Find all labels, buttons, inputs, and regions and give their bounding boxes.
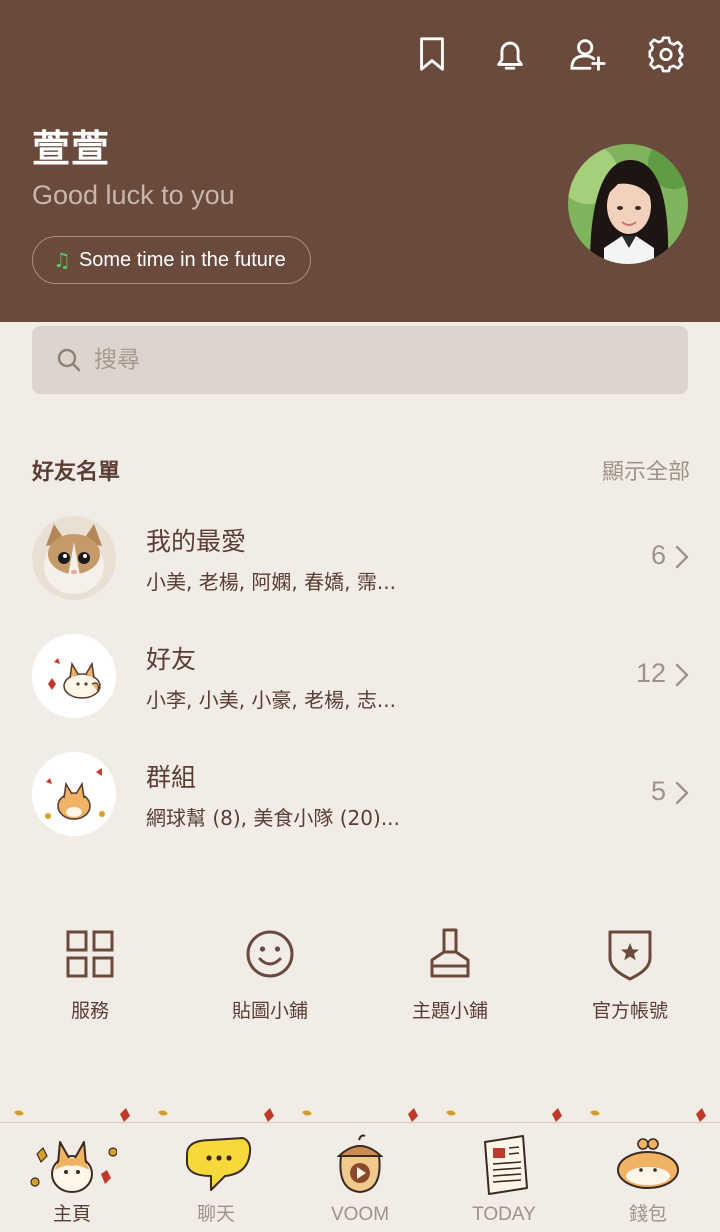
profile-name[interactable]: 萱萱	[32, 118, 110, 173]
group-count: 12	[635, 658, 666, 688]
group-count: 6	[650, 540, 666, 570]
nav-today-label: TODAY	[472, 1204, 536, 1225]
newspaper-icon	[484, 1135, 528, 1195]
grid-icon	[66, 930, 114, 978]
corgi-home-icon	[30, 1141, 117, 1193]
chevron-right-icon	[675, 545, 689, 569]
nav-voom[interactable]: VOOM	[288, 1130, 432, 1232]
services-label: 服務	[70, 1000, 109, 1022]
chevron-right-icon	[675, 663, 689, 687]
shield-star-icon	[608, 930, 652, 981]
header-actions	[412, 32, 686, 76]
friend-group-favorites[interactable]: 我的最愛 小美, 老楊, 阿嫻, 春嬌, 霈... 6	[0, 516, 720, 626]
show-all-link[interactable]: 顯示全部	[602, 454, 690, 486]
group-members: 網球幫 (8), 美食小隊 (20)...	[146, 806, 400, 830]
bottom-nav: 主頁 聊天 VOOM TODAY 錢包	[0, 1100, 720, 1232]
friends-avatar	[32, 634, 116, 718]
music-title: Some time in the future	[78, 248, 286, 271]
nav-today[interactable]: TODAY	[432, 1130, 576, 1232]
nav-divider	[0, 1122, 720, 1123]
chevron-right-icon	[675, 781, 689, 805]
search-icon	[57, 348, 81, 372]
services-button[interactable]: 服務	[0, 926, 180, 1023]
avatar[interactable]	[568, 144, 688, 264]
search-input[interactable]	[94, 347, 594, 373]
sticker-shop-label: 貼圖小鋪	[231, 1000, 308, 1022]
profile-header: 萱萱 Good luck to you ♫ Some time in the f…	[0, 0, 720, 322]
group-count: 5	[650, 776, 666, 806]
theme-shop-button[interactable]: 主題小鋪	[360, 926, 540, 1023]
group-title: 群組	[146, 763, 197, 792]
nav-home[interactable]: 主頁	[0, 1130, 144, 1232]
bookmark-icon[interactable]	[412, 32, 452, 76]
nav-home-label: 主頁	[52, 1204, 91, 1225]
theme-shop-label: 主題小鋪	[411, 1000, 488, 1022]
search-bar[interactable]	[32, 326, 688, 394]
bell-icon[interactable]	[490, 32, 530, 76]
friend-group-friends[interactable]: 好友 小李, 小美, 小豪, 老楊, 志... 12	[0, 634, 720, 744]
nav-voom-label: VOOM	[330, 1204, 390, 1225]
group-title: 好友	[146, 645, 197, 674]
smiley-icon	[246, 930, 294, 978]
friend-list-title: 好友名單	[32, 460, 121, 485]
friend-group-groups[interactable]: 群組 網球幫 (8), 美食小隊 (20)... 5	[0, 752, 720, 862]
official-accounts-label: 官方帳號	[591, 1000, 668, 1022]
add-friend-icon[interactable]	[568, 32, 608, 76]
status-message[interactable]: Good luck to you	[32, 180, 235, 211]
nav-chat[interactable]: 聊天	[144, 1130, 288, 1232]
chat-bubble-icon	[186, 1137, 252, 1191]
groups-avatar	[32, 752, 116, 836]
nav-wallet-label: 錢包	[628, 1204, 667, 1225]
wallet-bun-icon	[617, 1138, 679, 1189]
gear-icon[interactable]	[646, 32, 686, 76]
acorn-play-icon	[336, 1134, 384, 1194]
group-title: 我的最愛	[146, 527, 247, 556]
music-note-icon: ♫	[53, 248, 71, 272]
group-members: 小李, 小美, 小豪, 老楊, 志...	[146, 688, 396, 712]
group-members: 小美, 老楊, 阿嫻, 春嬌, 霈...	[146, 570, 396, 594]
profile-music-button[interactable]: ♫ Some time in the future	[32, 236, 311, 284]
brush-icon	[430, 928, 470, 978]
sticker-shop-button[interactable]: 貼圖小鋪	[180, 926, 360, 1023]
nav-wallet[interactable]: 錢包	[576, 1130, 720, 1232]
official-accounts-button[interactable]: 官方帳號	[540, 926, 720, 1023]
nav-chat-label: 聊天	[196, 1204, 235, 1225]
favorites-avatar	[32, 516, 116, 600]
